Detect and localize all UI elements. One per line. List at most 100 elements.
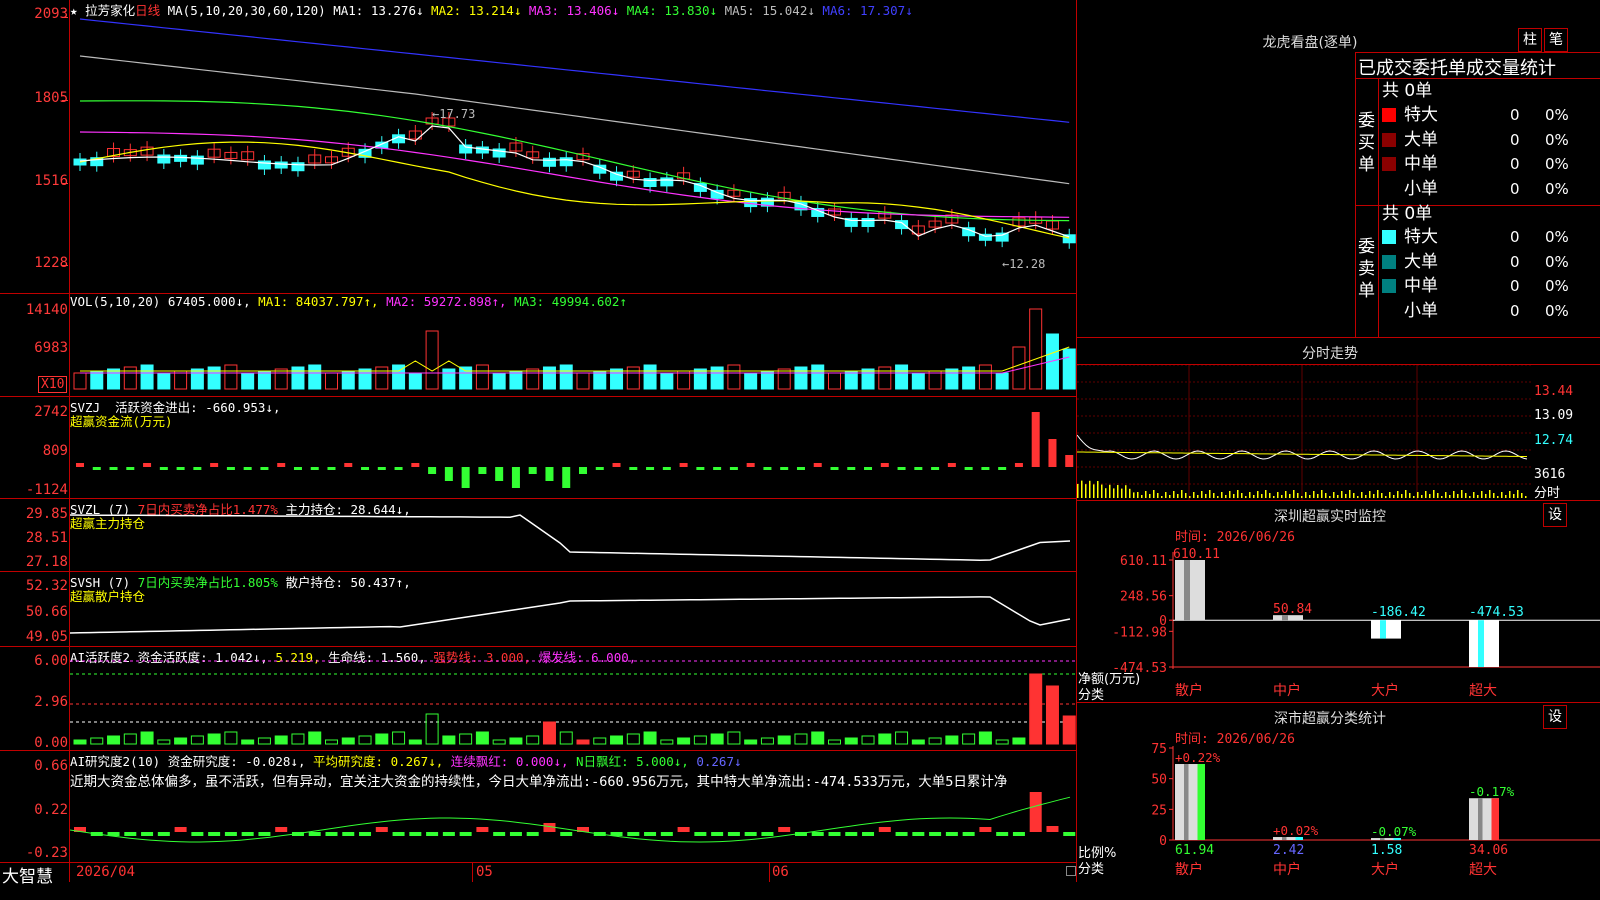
candle-body [174,154,188,162]
svzj-bar [143,463,152,467]
intraday-volume-bar [1289,494,1291,498]
svzj-bar [830,467,839,470]
candle-body [610,171,624,181]
intraday-volume-bar [1105,488,1107,498]
class-axis-label: 25 [1151,803,1167,818]
intraday-volume-bar [1149,494,1151,498]
svzj-bar [428,467,437,474]
svzj-bar [310,467,319,470]
intraday-volume-bar [1465,493,1467,498]
activity-bar [928,737,942,745]
sz-class-settings-button[interactable]: 设 [1543,705,1567,729]
vol-unit-badge[interactable]: X10 [38,376,68,393]
activity-bar [576,739,590,745]
row-label: 中单 [1404,154,1438,174]
research-bar [895,832,908,836]
research-bar [124,832,137,836]
legend-square-icon [1382,304,1396,318]
intraday-volume-bar [1265,490,1267,498]
lhb-tick-button[interactable]: 笔 [1544,28,1568,52]
svsh-axis-1: 52.32 [25,578,68,594]
svzj-bar [746,463,755,467]
svzj-bar [545,467,554,481]
intraday-chart[interactable] [1077,365,1532,500]
activity-bar [995,739,1009,745]
svzj-bar [947,463,956,467]
monitor-value-label: 610.11 [1173,547,1220,562]
lhb-bar-button[interactable]: 柱 [1518,28,1542,52]
intraday-volume-bar [1453,491,1455,498]
volume-bar [559,364,573,390]
volume-bar [123,366,137,390]
svsh-axis-2: 50.66 [25,604,68,620]
intraday-volume-bar [1145,491,1147,498]
svzj-bar [327,467,336,470]
activity-bar [1045,685,1059,745]
svzj-bar [646,467,655,470]
svzj-bar [176,467,185,470]
svzj-bar [662,467,671,470]
buy-row-3: 小单 0 0% [1382,177,1600,201]
activity-bar [861,735,875,745]
activity-bar [844,737,858,745]
volume-bar [677,370,691,390]
lhb-title: 龙虎看盘(逐单) [1262,35,1358,51]
intraday-volume-bar [1397,491,1399,498]
activity-bar [509,737,523,745]
intraday-volume-bar [1113,488,1115,498]
row-pct: 0% [1545,106,1569,124]
intraday-volume-bar [1085,484,1087,498]
ai-active-axis-3: 0.00 [34,735,68,751]
vol-axis-1: 14140 [25,302,68,318]
svzj-axis-1: 2742 [34,404,68,420]
ai-research-comment: 近期大资金总体偏多，虽不活跃，但有异动，宜关注大资金的持续性，今日大单净流出:-… [70,774,1008,790]
candle-body [995,232,1009,242]
sz-monitor-settings-button[interactable]: 设 [1543,503,1567,527]
svzj-bar [1065,455,1074,467]
sz-monitor-title: 深圳超赢实时监控 [1274,509,1386,525]
research-bar [677,827,690,832]
intraday-volume-bar [1369,491,1371,498]
monitor-category-label: 超大 [1469,683,1497,699]
activity-bar [408,739,422,745]
lock-icon[interactable] [1066,866,1076,876]
row-value: 0 [1510,277,1520,295]
class-pct-label: -0.07% [1371,824,1417,839]
research-bar [711,832,724,836]
price-chart[interactable] [70,14,1076,292]
svzj-bar [495,467,504,481]
research-bar [727,832,740,836]
volume-bar [224,364,238,390]
price-axis-3: 1516 [34,173,68,189]
activity-bar [257,737,271,745]
class-value-label: 2.42 [1273,843,1304,858]
ai-active-axis-1: 6.00 [34,653,68,669]
intraday-volume-bar [1445,492,1447,498]
volume-bar [760,370,774,390]
intraday-volume-bar [1493,493,1495,498]
activity-bar [978,731,992,745]
legend-square-icon [1382,132,1396,147]
volume-chart [73,308,1076,390]
intraday-volume-bar [1209,490,1211,498]
monitor-value-label: 50.84 [1273,602,1312,617]
ma-line-4 [79,131,1070,218]
intraday-volume-bar [1349,490,1351,498]
svzj-bar [76,463,84,467]
intraday-volume-bar [1261,494,1263,498]
ma-line-5 [79,141,1070,239]
monitor-value-label: -186.42 [1371,605,1426,620]
research-bar [174,827,187,832]
intraday-volume-bar [1137,492,1139,498]
svzj-bar [1048,439,1057,467]
monitor-axis-label: -112.98 [1112,625,1167,640]
intraday-volume-bar [1365,495,1367,498]
research-bar [962,832,975,836]
app-logo[interactable]: 大智慧 [2,862,53,887]
intraday-volume-bar [1457,494,1459,498]
activity-bar [1062,715,1076,745]
volume-bar [828,372,841,390]
volume-bar [475,364,489,390]
intraday-volume-bar [1157,493,1159,498]
svzj-bar [210,463,219,467]
